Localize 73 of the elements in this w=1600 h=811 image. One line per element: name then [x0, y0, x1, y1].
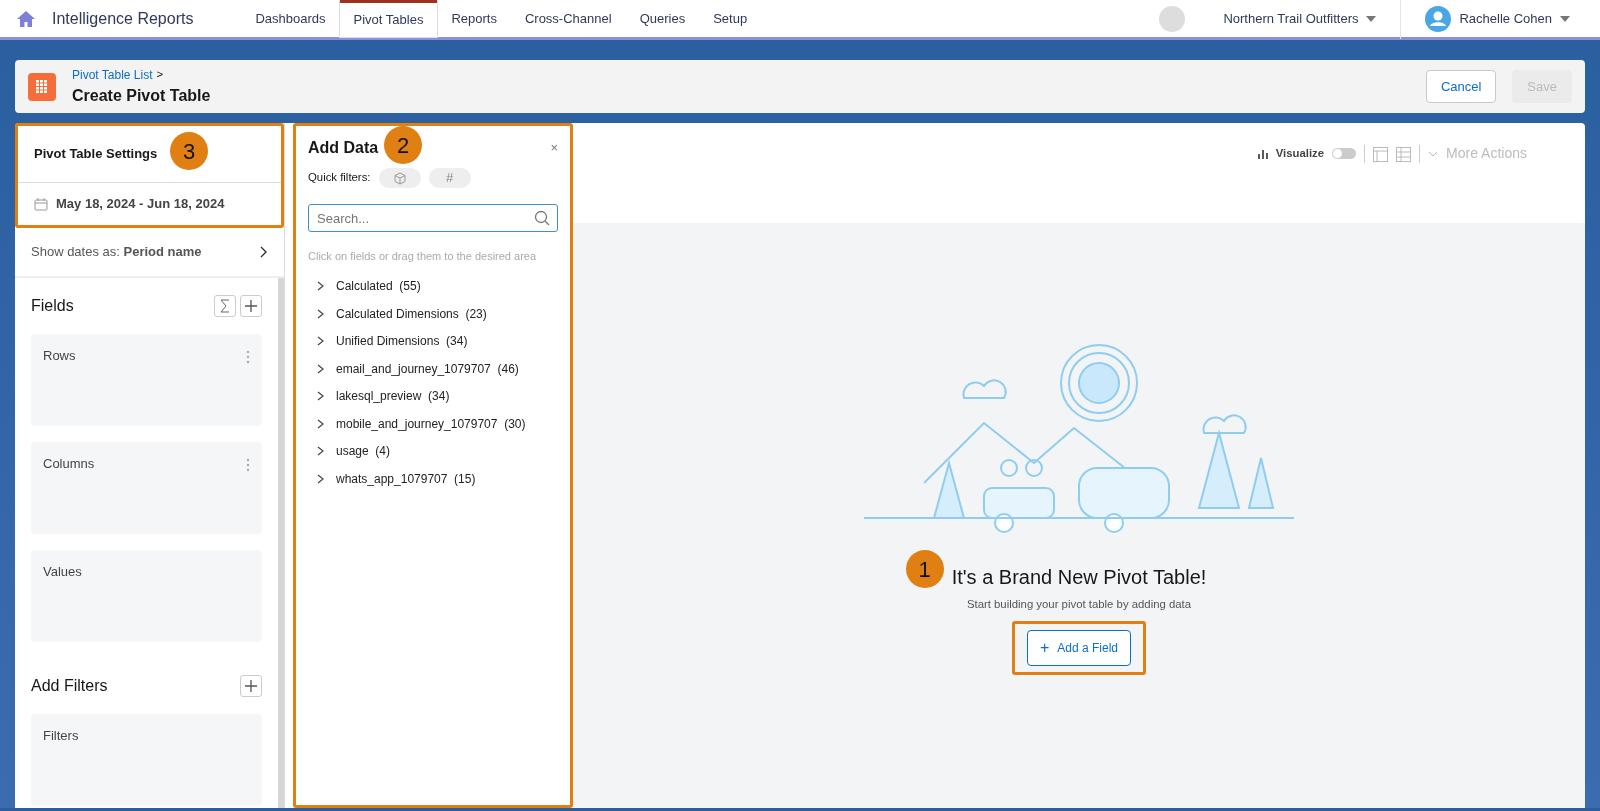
breadcrumb-separator: > — [156, 66, 164, 82]
panel-title: Add Data — [308, 138, 379, 158]
calendar-icon — [34, 197, 48, 211]
search-icon — [534, 210, 550, 226]
nav-tab[interactable]: Setup — [699, 0, 762, 37]
bar-chart-icon — [1257, 147, 1268, 160]
panel-title: Pivot Table Settings — [34, 145, 158, 164]
chevron-right-icon — [316, 418, 326, 429]
search-field[interactable]: Search... — [308, 204, 558, 232]
chevron-right-icon — [316, 446, 326, 457]
avatar — [1159, 5, 1186, 32]
chevron-right-icon — [316, 363, 326, 374]
sum-button[interactable] — [214, 295, 236, 317]
field-group[interactable]: Calculated Dimensions (23) — [308, 300, 558, 328]
callout-number: 3 — [170, 132, 208, 170]
section-title: Add Filters — [31, 676, 109, 696]
add-filter-button[interactable] — [240, 675, 262, 697]
field-group[interactable]: whats_app_1079707 (15) — [308, 465, 558, 493]
user-avatar-icon — [1425, 5, 1452, 32]
zone-label: Rows — [43, 347, 76, 365]
caret-icon — [1366, 15, 1377, 22]
hint-text: Click on fields or drag them to the desired area — [308, 249, 538, 264]
chevron-right-icon — [316, 473, 326, 484]
empty-state-title: It's a Brand New Pivot Table! — [951, 565, 1207, 590]
chevron-right-icon — [260, 246, 268, 258]
field-group[interactable]: mobile_and_journey_1079707 (30) — [308, 410, 558, 438]
plus-glyph: + — [1039, 638, 1050, 659]
field-group[interactable]: Calculated (55) — [308, 272, 558, 300]
table-icon — [1396, 146, 1412, 162]
user-menu[interactable]: Rachelle Cohen — [1411, 0, 1584, 37]
chevron-right-icon — [316, 336, 326, 347]
org-menu[interactable]: Northern Trail Outfitters — [1209, 0, 1391, 37]
field-group[interactable]: Unified Dimensions (34) — [308, 327, 558, 355]
breadcrumb-link[interactable]: Pivot Table List — [72, 65, 153, 84]
nav-tab[interactable]: Pivot Tables — [339, 0, 438, 37]
add-field-button[interactable] — [240, 295, 262, 317]
section-title: Fields — [31, 296, 75, 316]
sigma-icon — [220, 299, 230, 313]
zone-label: Filters — [43, 728, 79, 743]
zone-label: Columns — [43, 455, 95, 473]
nav-tab[interactable]: Cross-Channel — [510, 0, 626, 37]
vertical-dots-icon — [246, 457, 250, 472]
home-icon[interactable] — [16, 9, 36, 28]
field-group[interactable]: lakesql_preview (34) — [308, 382, 558, 410]
close-button[interactable]: × — [550, 138, 558, 158]
panel-layout-icon — [1373, 146, 1389, 162]
visualize-toggle[interactable] — [1332, 148, 1357, 159]
plus-icon — [245, 300, 257, 312]
zone-label: Values — [43, 563, 82, 581]
chevron-right-icon — [316, 281, 326, 292]
nav-tab[interactable]: Queries — [625, 0, 700, 37]
caret-icon — [1560, 15, 1570, 22]
empty-state-subtitle: Start building your pivot table by adding data — [966, 597, 1192, 612]
vertical-dots-icon — [246, 349, 250, 364]
nav-tab[interactable]: Reports — [437, 0, 511, 37]
chevron-down-icon — [1428, 150, 1439, 157]
quick-filters-label: Quick filters: — [308, 170, 371, 186]
field-group[interactable]: email_and_journey_1079707 (46) — [308, 355, 558, 383]
grid-icon — [36, 80, 48, 93]
cube-icon — [393, 171, 406, 185]
callout-number: 2 — [384, 126, 422, 164]
cube-filter-button[interactable] — [378, 168, 421, 188]
nav-tab[interactable]: Dashboards — [241, 0, 340, 37]
cancel-button[interactable]: Cancel — [1425, 69, 1497, 104]
callout-number: 1 — [905, 550, 944, 588]
chevron-right-icon — [316, 391, 326, 402]
plus-icon — [245, 680, 257, 692]
chevron-right-icon — [316, 308, 326, 319]
add-field-button[interactable]: + Add a Field — [1026, 630, 1131, 667]
page-title: Create Pivot Table — [72, 85, 211, 106]
visualize-label: Visualize — [1275, 145, 1325, 161]
app-title: Intelligence Reports — [52, 8, 194, 29]
field-group[interactable]: usage (4) — [308, 437, 558, 465]
